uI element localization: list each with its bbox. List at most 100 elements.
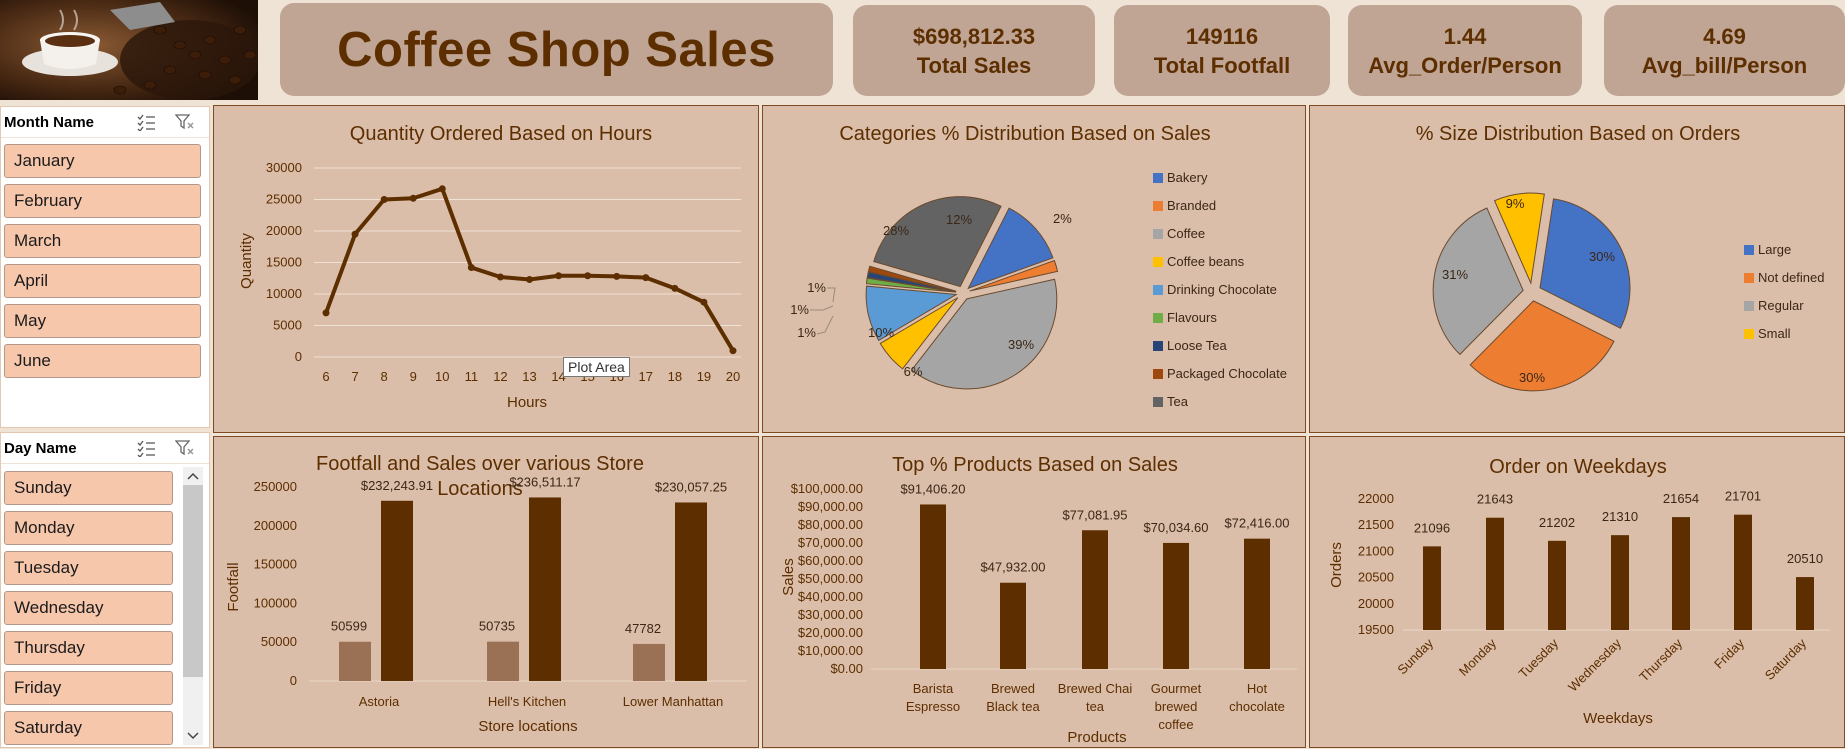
data-label: $230,057.25 <box>655 479 727 494</box>
categories-pie-chart[interactable]: Categories % Distribution Based on Sales… <box>762 105 1306 433</box>
y-axis-label: Orders <box>1328 542 1345 588</box>
data-label: 50599 <box>331 619 367 634</box>
data-label: 12% <box>946 212 972 227</box>
data-label: $236,511.17 <box>509 474 580 489</box>
bar <box>633 643 665 681</box>
data-label: 21096 <box>1414 520 1450 535</box>
legend-swatch <box>1153 229 1163 239</box>
store-locations-chart[interactable]: Footfall and Sales over various Store Loc… <box>213 436 759 748</box>
chart-title: Footfall and Sales over various Store <box>316 453 644 475</box>
data-label: 21701 <box>1725 489 1761 504</box>
scroll-up-icon[interactable] <box>183 469 203 483</box>
data-point <box>496 273 504 281</box>
slicer-item-monday[interactable]: Monday <box>4 511 173 545</box>
slicer-item-june[interactable]: June <box>4 344 201 378</box>
x-tick-label: 6 <box>322 369 329 384</box>
multi-select-icon[interactable] <box>136 439 156 457</box>
bar <box>487 641 519 681</box>
weekdays-orders-chart[interactable]: Order on Weekdays 19500 20000 20500 21000 215… <box>1309 436 1845 748</box>
size-pie-chart[interactable]: % Size Distribution Based on Orders Large… <box>1309 105 1845 433</box>
data-label: 2% <box>1053 211 1072 226</box>
y-tick-label: 150000 <box>254 557 297 572</box>
scroll-down-icon[interactable] <box>183 729 203 743</box>
data-point <box>438 185 446 193</box>
y-tick-label: 30000 <box>266 160 302 175</box>
slicer-header: Day Name <box>1 433 209 464</box>
scroll-thumb[interactable] <box>183 485 203 677</box>
legend-label: Large <box>1758 242 1791 257</box>
page-title: Coffee Shop Sales <box>337 22 776 77</box>
data-point <box>555 272 563 280</box>
data-label: 9% <box>1506 196 1525 211</box>
data-point <box>584 272 592 280</box>
y-tick-label: 20000 <box>1358 596 1394 611</box>
kpi-total-footfall: 149116 Total Footfall <box>1114 5 1330 96</box>
dashboard-title-box: Coffee Shop Sales <box>280 3 833 96</box>
plot-area-tooltip: Plot Area <box>563 357 630 377</box>
kpi-label: Total Footfall <box>1153 52 1291 78</box>
legend-swatch <box>1744 329 1754 339</box>
data-point <box>671 284 679 292</box>
slicer-item-sunday[interactable]: Sunday <box>4 471 173 505</box>
chart-title: Top % Products Based on Sales <box>892 454 1178 476</box>
slicer-item-january[interactable]: January <box>4 144 201 178</box>
slicer-item-march[interactable]: March <box>4 224 201 258</box>
data-label: 47782 <box>625 621 661 636</box>
bar <box>1548 540 1566 630</box>
slicer-item-february[interactable]: February <box>4 184 201 218</box>
bar <box>339 641 371 681</box>
data-label: 1% <box>807 280 826 295</box>
multi-select-icon[interactable] <box>136 113 156 131</box>
data-point <box>729 347 737 355</box>
y-tick-label: 100000 <box>254 595 297 610</box>
y-tick-label: 0 <box>290 673 297 688</box>
x-tick-label: Brewed Chai <box>1058 681 1133 696</box>
bar <box>1163 542 1189 669</box>
legend-label: Coffee <box>1167 226 1205 241</box>
y-tick-label: 21500 <box>1358 517 1394 532</box>
y-tick-label: $20,000.00 <box>798 625 863 640</box>
x-tick-label: 7 <box>351 369 358 384</box>
legend-swatch <box>1153 369 1163 379</box>
x-tick-label: Brewed <box>991 681 1035 696</box>
y-tick-label: $10,000.00 <box>798 643 863 658</box>
x-axis-label: Hours <box>507 394 547 411</box>
chart-title: Order on Weekdays <box>1489 456 1667 478</box>
x-tick-label: 10 <box>435 369 449 384</box>
top-products-chart[interactable]: Top % Products Based on Sales $0.00 $10,00… <box>762 436 1306 748</box>
legend-swatch <box>1744 273 1754 283</box>
slicer-item-april[interactable]: April <box>4 264 201 298</box>
slicer-item-tuesday[interactable]: Tuesday <box>4 551 173 585</box>
data-label: 21310 <box>1602 509 1638 524</box>
x-tick-label: 9 <box>410 369 417 384</box>
legend-swatch <box>1153 397 1163 407</box>
data-label: 21643 <box>1477 492 1513 507</box>
coffee-logo-image <box>0 0 258 100</box>
y-tick-label: $100,000.00 <box>791 481 863 496</box>
slicer-item-may[interactable]: May <box>4 304 201 338</box>
legend-swatch <box>1744 245 1754 255</box>
data-label: 28% <box>883 223 909 238</box>
slicer-item-wednesday[interactable]: Wednesday <box>4 591 173 625</box>
kpi-avg-bill-person: 4.69 Avg_bill/Person <box>1604 5 1845 96</box>
series-line <box>324 186 735 352</box>
legend-label: Not defined <box>1758 270 1825 285</box>
clear-filter-icon[interactable] <box>175 439 195 457</box>
data-label: 21654 <box>1663 491 1699 506</box>
y-tick-label: $70,000.00 <box>798 535 863 550</box>
slicer-item-friday[interactable]: Friday <box>4 671 173 705</box>
leader-line <box>816 315 834 335</box>
clear-filter-icon[interactable] <box>175 113 195 131</box>
bar <box>1082 530 1108 669</box>
bar <box>1734 514 1752 630</box>
x-tick-label: Barista <box>913 681 954 696</box>
y-tick-label: 21000 <box>1358 543 1394 558</box>
y-axis-label: Footfall <box>225 562 242 611</box>
slicer-item-thursday[interactable]: Thursday <box>4 631 173 665</box>
slicer-item-saturday[interactable]: Saturday <box>4 711 173 745</box>
data-label: 21202 <box>1539 515 1575 530</box>
slicer-scrollbar[interactable] <box>183 467 203 745</box>
data-point <box>351 230 359 238</box>
legend-label: Drinking Chocolate <box>1167 282 1277 297</box>
hours-quantity-chart[interactable]: Quantity Ordered Based on Hours 0 5000 1000… <box>213 105 759 433</box>
